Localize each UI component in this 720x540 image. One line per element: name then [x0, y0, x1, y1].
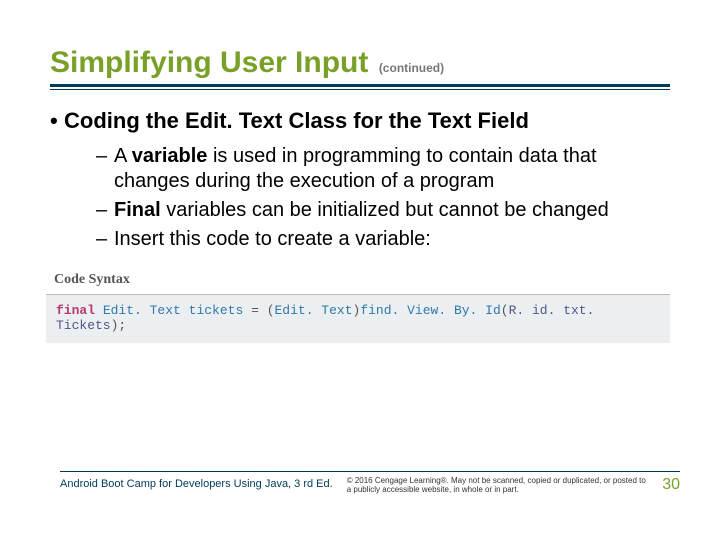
level1-bullet: • Coding the Edit. Text Class for the Te…	[50, 108, 670, 134]
level1-text: Coding the Edit. Text Class for the Text…	[64, 108, 529, 134]
code-label: Code Syntax	[46, 272, 670, 288]
sub-pre: A	[114, 145, 132, 167]
sub-key: variable	[132, 145, 208, 167]
content: • Coding the Edit. Text Class for the Te…	[50, 108, 670, 343]
sub-item-text: A variable is used in programming to con…	[114, 144, 670, 194]
sub-item-text: Final variables can be initialized but c…	[114, 198, 609, 223]
code-namespace: R. id.	[509, 303, 556, 318]
footer: Android Boot Camp for Developers Using J…	[60, 471, 680, 494]
sub-key: Final	[114, 199, 161, 221]
code-keyword: final	[56, 303, 95, 318]
sub-item: – Final variables can be initialized but…	[96, 198, 670, 223]
code-eq: =	[251, 303, 267, 318]
sub-item-text: Insert this code to create a variable:	[114, 227, 431, 252]
bullet-dot: •	[50, 108, 64, 134]
code-box: final Edit. Text tickets = (Edit. Text)f…	[46, 295, 670, 343]
code-section: Code Syntax final Edit. Text tickets = (…	[46, 272, 670, 343]
book-title: Android Boot Camp for Developers Using J…	[60, 476, 333, 490]
sub-item: – Insert this code to create a variable:	[96, 227, 670, 252]
dash: –	[96, 144, 114, 194]
code-paren: );	[111, 318, 127, 333]
code-var: tickets	[189, 303, 244, 318]
title-subrule	[50, 89, 670, 90]
dash: –	[96, 198, 114, 223]
slide-title-continued: (continued)	[379, 61, 444, 75]
slide-title: Simplifying User Input	[50, 46, 368, 79]
sublist: – A variable is used in programming to c…	[96, 144, 670, 252]
code-paren: (	[501, 303, 509, 318]
slide: Simplifying User Input (continued) • Cod…	[0, 0, 720, 540]
legal-text: © 2016 Cengage Learning®. May not be sca…	[347, 476, 647, 494]
sub-post: variables can be initialized but cannot …	[161, 199, 609, 221]
code-fn: find. View. By. Id	[360, 303, 500, 318]
footer-row: Android Boot Camp for Developers Using J…	[60, 476, 680, 494]
footer-rule	[60, 471, 680, 472]
dash: –	[96, 227, 114, 252]
page-number: 30	[646, 476, 680, 494]
code-type: Edit. Text	[103, 303, 181, 318]
title-rule	[50, 84, 670, 87]
title-block: Simplifying User Input (continued)	[50, 46, 670, 90]
code-type: Edit. Text	[275, 303, 353, 318]
code-paren: (	[267, 303, 275, 318]
sub-item: – A variable is used in programming to c…	[96, 144, 670, 194]
